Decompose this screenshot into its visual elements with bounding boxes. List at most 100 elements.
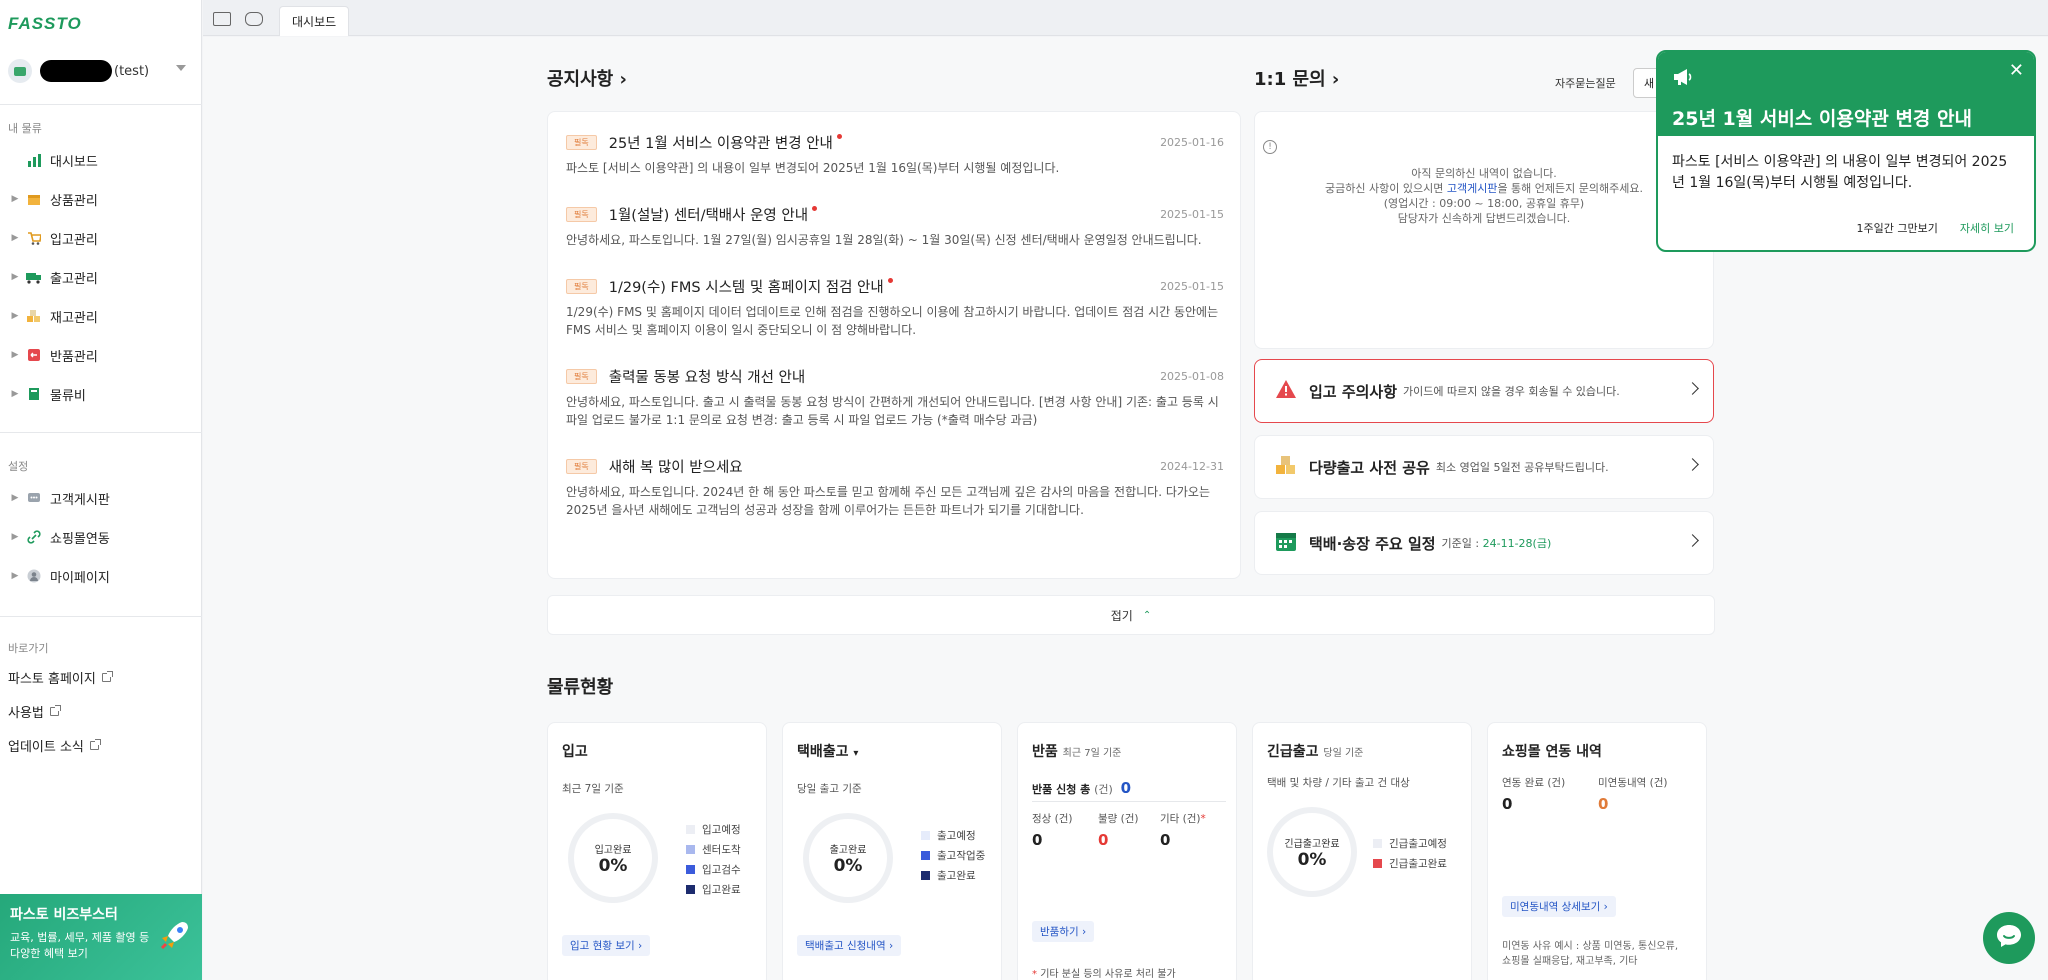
notice-item[interactable]: 필독 새해 복 많이 받으세요 2024-12-31 안녕하세요, 파스토입니다.… [566,456,1224,519]
progress-ring: 입고완료 0% [568,813,658,903]
cloud-settings-icon[interactable] [245,12,263,26]
chevron-right-icon: ▶ [11,389,19,399]
sidebar-item-label: 상품관리 [50,193,98,209]
store-name: (test) [114,63,150,79]
chevron-down-icon[interactable] [176,65,186,71]
fassto-logo[interactable]: FASSTO [8,14,82,34]
legend-item: 긴급출고완료 [1373,853,1447,873]
dismiss-week-button[interactable]: 1주일간 그만보기 [1857,220,1938,236]
delivery-schedule-card[interactable]: 택배·송장 주요 일정 기준일 : 24-11-28(금) [1254,511,1714,575]
card-sub-label: 기준일 : [1441,537,1483,550]
chevron-right-icon [1686,382,1699,395]
collapse-button[interactable]: 접기 ⌃ [547,595,1715,635]
legend: 입고예정 센터도착 입고검수 입고완료 [686,819,741,899]
sidebar-item-mypage[interactable]: ▶ 마이페이지 [0,562,202,590]
progress-ring: 출고완료 0% [803,813,893,903]
sidebar-item-inventory[interactable]: ▶ 재고관리 [0,302,202,330]
legend-item: 입고검수 [686,859,741,879]
chat-button[interactable] [1983,912,2035,964]
sidebar-item-label: 마이페이지 [50,570,110,586]
chevron-right-icon: ▶ [11,493,19,503]
stat-sub: 당일 출고 기준 [797,783,862,795]
col-label: 정상 [1032,813,1052,825]
inquiry-title[interactable]: 1:1 문의 › [1254,65,1339,91]
calendar-icon [1275,530,1297,556]
stat-title: 쇼핑몰 연동 내역 [1502,744,1602,760]
mall-undone-label: 미연동내역 (건) [1598,775,1668,790]
notice-item[interactable]: 필독 출력물 동봉 요청 방식 개선 안내 2025-01-08 안녕하세요, 파… [566,366,1224,429]
notice-body: 안녕하세요, 파스토입니다. 1월 27일(월) 임시공휴일 1월 28일(화)… [566,233,1202,247]
notice-date: 2025-01-15 [1160,208,1224,221]
sidebar-item-label: 쇼핑몰연동 [50,531,110,547]
legend-label: 긴급출고완료 [1389,857,1447,870]
bizbooster-banner[interactable]: 파스토 비즈부스터 교육, 법률, 세무, 제품 촬영 등 다양한 혜택 보기 [0,894,202,980]
bulk-outbound-card[interactable]: 다량출고 사전 공유 최소 영업일 5일전 공유부탁드립니다. [1254,435,1714,499]
new-dot-icon [812,206,818,211]
stat-title-label: 택배출고 [797,744,849,760]
stat-sub: 당일 기준 [1323,748,1364,759]
sidebar-item-outbound[interactable]: ▶ 출고관리 [0,263,202,291]
notice-item[interactable]: 필독 25년 1월 서비스 이용약관 변경 안내 2025-01-16 파스토 [… [566,132,1224,177]
mall-stat-card: 쇼핑몰 연동 내역 연동 완료 (건) 미연동내역 (건) 0 0 미연동내역 … [1487,722,1707,980]
inbound-caution-card[interactable]: 입고 주의사항 가이드에 따르지 않을 경우 회송될 수 있습니다. [1254,359,1714,423]
inbound-status-link[interactable]: 입고 현황 보기 › [562,935,651,956]
user-icon [26,568,42,584]
view-detail-button[interactable]: 자세히 보기 [1960,220,2014,236]
notice-date: 2025-01-08 [1160,370,1224,383]
board-link[interactable]: 고객게시판 [1447,182,1498,195]
unit: (건) [1649,777,1668,789]
sidebar-item-label: 출고관리 [50,271,98,287]
returns-link[interactable]: 반품하기 › [1032,921,1095,942]
notices-title[interactable]: 공지사항 › [547,65,627,91]
sidebar-item-returns[interactable]: ▶ 반품관리 [0,341,202,369]
popup-footer: 1주일간 그만보기 자세히 보기 [1857,220,2014,236]
unit: (건) [1054,813,1073,825]
quick-link-updates[interactable]: 업데이트 소식 [8,736,101,755]
mall-done-label: 연동 완료 (건) [1502,775,1565,790]
legend-label: 긴급출고예정 [1389,837,1447,850]
unit: (건) [1094,783,1113,796]
boxes-icon [1275,454,1297,480]
faq-link[interactable]: 자주묻는질문 [1555,75,1616,91]
empty-line: 궁금하신 사항이 있으시면 [1325,182,1447,195]
empty-line: 담당자가 신속하게 답변드리겠습니다. [1397,212,1571,225]
notice-item[interactable]: 필독 1월(설날) 센터/택배사 운영 안내 2025-01-15 안녕하세요, … [566,204,1224,249]
outbound-history-link[interactable]: 택배출고 신청내역 › [797,935,902,956]
stat-title[interactable]: 택배출고 ▾ [797,741,858,761]
megaphone-icon [1672,68,2020,90]
etc-label: 기타 (건)* [1160,811,1206,826]
sidebar-item-inbound[interactable]: ▶ 입고관리 [0,224,202,252]
sidebar-item-mall-link[interactable]: ▶ 쇼핑몰연동 [0,523,202,551]
tab-dashboard[interactable]: 대시보드 [279,6,350,36]
chat-icon [26,490,42,506]
sidebar-toggle-icon[interactable] [213,12,231,26]
sidebar-item-fees[interactable]: ▶ 물류비 [0,380,202,408]
legend-item: 입고예정 [686,819,741,839]
mall-undone-detail-link[interactable]: 미연동내역 상세보기 › [1502,896,1616,917]
sidebar-item-board[interactable]: ▶ 고객게시판 [0,484,202,512]
link-label: 택배출고 신청내역 [805,940,886,952]
quick-link-homepage[interactable]: 파스토 홈페이지 [8,668,113,687]
popup-title: 25년 1월 서비스 이용약관 변경 안내 [1672,108,1972,130]
popup-body: 파스토 [서비스 이용약관] 의 내용이 일부 변경되어 2025년 1월 16… [1672,154,2008,191]
store-selector[interactable]: (test) [8,56,194,86]
section-label-settings: 설정 [8,460,29,473]
stat-title: 반품 최근 7일 기준 [1032,741,1121,761]
legend-item: 출고완료 [921,865,985,885]
sidebar-item-dashboard[interactable]: 대시보드 [0,146,202,174]
legend-label: 입고검수 [702,863,741,876]
section-label-my: 내 물류 [8,122,42,135]
stat-title-label: 긴급출고 [1267,744,1319,760]
stat-title: 입고 [562,744,588,760]
new-dot-icon [887,278,893,283]
stat-title-label: 반품 [1032,744,1058,760]
close-icon[interactable]: ✕ [2009,60,2024,81]
notice-item[interactable]: 필독 1/29(수) FMS 시스템 및 홈페이지 점검 안내 2025-01-1… [566,276,1224,339]
quick-link-guide[interactable]: 사용법 [8,702,61,721]
stat-desc: 택배 및 차량 / 기타 출고 건 대상 [1267,777,1410,789]
quick-link-label: 업데이트 소식 [8,740,84,755]
sidebar-item-products[interactable]: ▶ 상품관리 [0,185,202,213]
stat-sub: 최근 7일 기준 [562,783,624,795]
legend-item: 입고완료 [686,879,741,899]
mall-note: 미연동 사유 예시 : 상품 미연동, 통신오류, 쇼핑몰 실패응답, 재고부족… [1502,939,1678,969]
